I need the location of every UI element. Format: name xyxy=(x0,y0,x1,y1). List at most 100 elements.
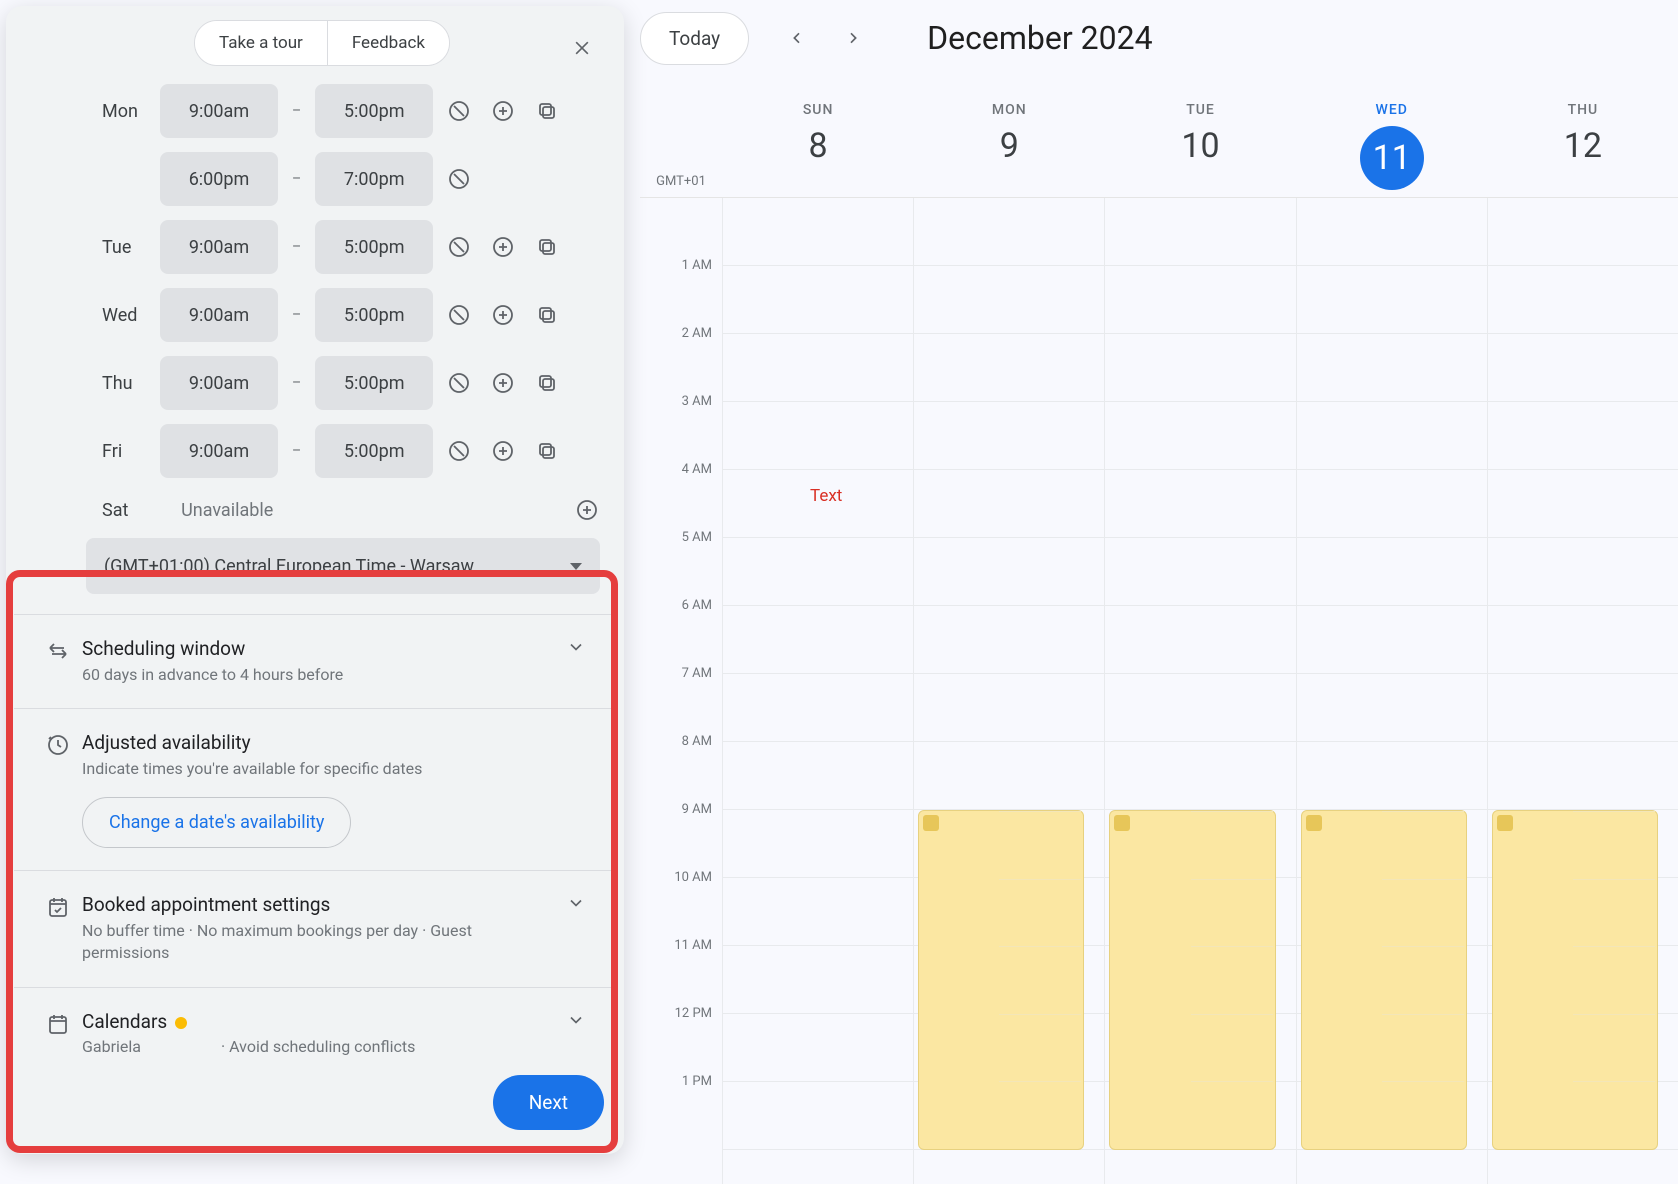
copy-slot-button[interactable] xyxy=(529,93,565,129)
start-time-chip[interactable]: 9:00am xyxy=(160,220,278,274)
section-title: Calendars xyxy=(82,1010,556,1033)
section-subtitle: 60 days in advance to 4 hours before xyxy=(82,664,556,686)
copy-slot-button[interactable] xyxy=(529,297,565,333)
grid-column[interactable] xyxy=(913,198,1104,1184)
slot xyxy=(999,879,1081,947)
dash: – xyxy=(286,375,307,391)
start-time-chip[interactable]: 9:00am xyxy=(160,356,278,410)
drag-handle-icon[interactable] xyxy=(923,815,939,831)
adjusted-availability-section: Adjusted availability Indicate times you… xyxy=(14,708,616,869)
day-number: 9 xyxy=(914,126,1104,166)
prev-week-button[interactable] xyxy=(779,20,815,56)
grid-column[interactable] xyxy=(722,198,913,1184)
availability-block[interactable] xyxy=(1109,810,1275,1150)
remove-slot-button[interactable] xyxy=(441,93,477,129)
availability-block[interactable] xyxy=(1492,810,1658,1150)
start-time-chip[interactable]: 9:00am xyxy=(160,288,278,342)
slot xyxy=(1382,811,1464,879)
remove-slot-button[interactable] xyxy=(441,229,477,265)
remove-slot-button[interactable] xyxy=(441,433,477,469)
copy-slot-button[interactable] xyxy=(529,365,565,401)
start-time-chip[interactable]: 9:00am xyxy=(160,84,278,138)
dropdown-icon xyxy=(570,563,582,570)
copy-slot-button[interactable] xyxy=(529,229,565,265)
slot xyxy=(1191,1081,1273,1149)
day-row: Mon9:00am–5:00pm xyxy=(102,84,600,138)
warning-dot-icon xyxy=(175,1017,187,1029)
add-slot-button[interactable] xyxy=(485,365,521,401)
drag-handle-icon[interactable] xyxy=(1306,815,1322,831)
slot xyxy=(1573,946,1655,1014)
add-slot-button[interactable] xyxy=(573,492,600,528)
remove-slot-button[interactable] xyxy=(441,365,477,401)
change-date-availability-button[interactable]: Change a date's availability xyxy=(82,797,351,848)
day-label: Mon xyxy=(102,101,152,122)
calendars-section[interactable]: Calendars Gabriela · Avoid scheduling co… xyxy=(14,987,616,1078)
scheduling-window-section[interactable]: Scheduling window 60 days in advance to … xyxy=(14,614,616,708)
availability-block[interactable] xyxy=(1301,810,1467,1150)
take-tour-button[interactable]: Take a tour xyxy=(195,21,328,65)
slot xyxy=(1191,946,1273,1014)
close-button[interactable] xyxy=(562,28,602,68)
day-column-header[interactable]: WED11 xyxy=(1296,90,1487,197)
start-time-chip[interactable]: 6:00pm xyxy=(160,152,278,206)
slot xyxy=(1573,1081,1655,1149)
remove-slot-button[interactable] xyxy=(441,161,477,197)
end-time-chip[interactable]: 5:00pm xyxy=(315,356,433,410)
add-slot-button[interactable] xyxy=(485,297,521,333)
slot xyxy=(1573,1014,1655,1082)
calendar-icon xyxy=(46,1012,70,1036)
next-button[interactable]: Next xyxy=(493,1075,604,1130)
grid-column[interactable] xyxy=(1487,198,1678,1184)
end-time-chip[interactable]: 5:00pm xyxy=(315,288,433,342)
grid-columns: Text xyxy=(722,198,1678,1184)
end-time-chip[interactable]: 5:00pm xyxy=(315,424,433,478)
grid-column[interactable] xyxy=(1296,198,1487,1184)
hour-label: 2 AM xyxy=(640,326,722,394)
copy-slot-button[interactable] xyxy=(529,433,565,469)
hour-label: 12 PM xyxy=(640,1006,722,1074)
slot xyxy=(1191,811,1273,879)
settings-sections: Scheduling window 60 days in advance to … xyxy=(14,614,616,1078)
start-time-chip[interactable]: 9:00am xyxy=(160,424,278,478)
section-subtitle: Indicate times you're available for spec… xyxy=(82,758,596,780)
day-column-header[interactable]: MON9 xyxy=(913,90,1104,197)
remove-slot-button[interactable] xyxy=(441,297,477,333)
day-label: Sat xyxy=(102,500,139,521)
slot xyxy=(1382,879,1464,947)
hour-label: 6 AM xyxy=(640,598,722,666)
close-icon xyxy=(572,38,592,58)
dash: – xyxy=(286,443,307,459)
drag-handle-icon[interactable] xyxy=(1114,815,1130,831)
add-slot-button[interactable] xyxy=(485,433,521,469)
drag-handle-icon[interactable] xyxy=(1497,815,1513,831)
end-time-chip[interactable]: 5:00pm xyxy=(315,84,433,138)
day-column-header[interactable]: TUE10 xyxy=(1104,90,1295,197)
day-column-header[interactable]: SUN 8 xyxy=(722,90,913,197)
next-week-button[interactable] xyxy=(835,20,871,56)
day-column-header[interactable]: THU12 xyxy=(1487,90,1678,197)
booked-settings-section[interactable]: Booked appointment settings No buffer ti… xyxy=(14,870,616,987)
calendar-header: GMT+01 SUN8MON9TUE10WED11THU12 xyxy=(640,90,1678,198)
availability-editor: Mon9:00am–5:00pm6:00pm–7:00pmTue9:00am–5… xyxy=(14,66,616,528)
hour-label: 5 AM xyxy=(640,530,722,598)
timezone-select[interactable]: (GMT+01:00) Central European Time - Wars… xyxy=(86,538,600,594)
timezone-label: (GMT+01:00) Central European Time - Wars… xyxy=(104,556,474,577)
add-slot-button[interactable] xyxy=(485,229,521,265)
day-label: Wed xyxy=(102,305,152,326)
today-button[interactable]: Today xyxy=(640,12,749,65)
calendar-conflicts-note: · Avoid scheduling conflicts xyxy=(221,1037,415,1056)
slot xyxy=(1191,1014,1273,1082)
event-available-icon xyxy=(46,895,70,919)
weekday-label: SUN xyxy=(723,102,913,118)
feedback-button[interactable]: Feedback xyxy=(328,21,449,65)
end-time-chip[interactable]: 5:00pm xyxy=(315,220,433,274)
calendar-grid[interactable]: 1 AM2 AM3 AM4 AM5 AM6 AM7 AM8 AM9 AM10 A… xyxy=(640,198,1678,1184)
grid-column[interactable] xyxy=(1104,198,1295,1184)
end-time-chip[interactable]: 7:00pm xyxy=(315,152,433,206)
day-number: 8 xyxy=(723,126,913,166)
hour-label: 10 AM xyxy=(640,870,722,938)
add-slot-button[interactable] xyxy=(485,93,521,129)
availability-block[interactable] xyxy=(918,810,1084,1150)
slot xyxy=(999,811,1081,879)
